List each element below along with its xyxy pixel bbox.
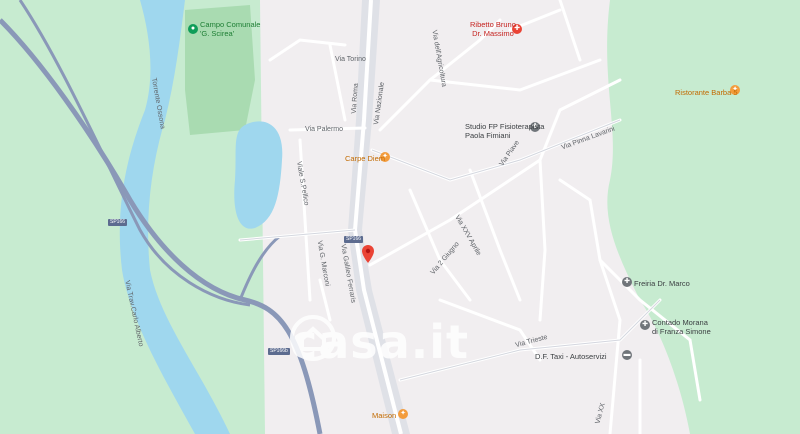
health-icon[interactable]: ✚ <box>622 277 632 287</box>
lake <box>234 121 283 229</box>
poi-ristorante-barba[interactable]: Ristorante Barba 5 <box>675 88 738 97</box>
poi-contado-morana[interactable]: Contado Morana di Franza Simone <box>652 318 711 336</box>
health-icon[interactable]: ✚ <box>640 320 650 330</box>
poi-campo-comunale[interactable]: Campo Comunale 'G. Scirea' <box>200 20 260 38</box>
poi-maison[interactable]: Maison <box>372 411 396 420</box>
route-shield: SP166 <box>108 219 128 226</box>
green-area-east <box>607 0 800 434</box>
poi-carpe-diem[interactable]: Carpe Diem <box>345 154 385 163</box>
route-shield: SP166b <box>268 348 290 355</box>
poi-ribetto-bruno[interactable]: Ribetto Bruno Dr. Massimo <box>470 20 516 38</box>
street-label: Via Torino <box>335 56 366 63</box>
poi-studio-fp[interactable]: Studio FP Fisioterapista Paola Fimiani <box>465 122 544 140</box>
poi-fresia[interactable]: Freiria Dr. Marco <box>634 279 690 288</box>
map-canvas[interactable]: SP166 SP166 SP166b Torrente Ossona Via T… <box>0 0 800 434</box>
house-logo-icon <box>290 315 336 361</box>
taxi-icon[interactable]: ▬ <box>622 350 632 360</box>
poi-df-taxi[interactable]: D.F. Taxi - Autoservizi <box>535 352 607 361</box>
park-icon[interactable]: ● <box>188 24 198 34</box>
map-pin-icon <box>362 245 374 263</box>
restaurant-icon[interactable]: ✦ <box>398 409 408 419</box>
route-shield: SP166 <box>344 236 364 243</box>
street-label: Via Palermo <box>305 126 344 133</box>
watermark: casa.it <box>290 315 469 369</box>
